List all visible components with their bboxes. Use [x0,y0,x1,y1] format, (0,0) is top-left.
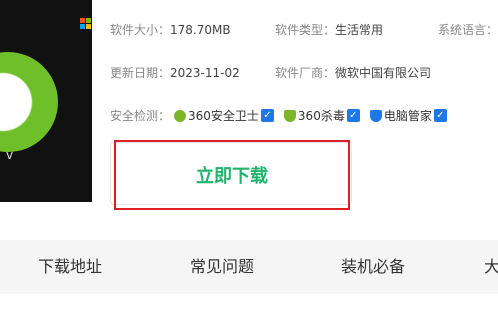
check-icon: ✓ [260,109,274,122]
thumbnail-caption: v [6,148,14,162]
security-item-label: 360杀毒 [297,109,345,123]
date-value: 2023-11-02 [170,66,240,80]
nav-item-download-address[interactable]: 下载地址 [38,240,102,294]
360-antivirus-icon [283,109,296,122]
language-label: 系统语言： [438,23,498,37]
security-item-label: 360安全卫士 [188,109,259,123]
date-info: 更新日期：2023-11-02 [110,64,240,81]
microsoft-logo-icon [80,18,92,30]
nav-item-faq[interactable]: 常见问题 [190,240,254,294]
type-value: 生活常用 [335,23,384,37]
section-nav: 下载地址 常见问题 装机必备 大 [0,240,498,294]
download-button[interactable]: 立即下载 [114,140,350,210]
vendor-value: 微软中国有限公司 [335,66,432,80]
security-item-label: 电脑管家 [383,109,432,123]
vendor-label: 软件厂商： [275,66,336,80]
app-thumbnail: v [0,0,92,202]
check-icon: ✓ [433,109,447,122]
size-info: 软件大小：178.70MB [110,21,231,38]
language-info: 系统语言： [438,21,498,38]
check-icon: ✓ [346,109,360,122]
nav-item-more[interactable]: 大 [484,240,498,294]
app-logo-graphic [0,52,58,152]
size-label: 软件大小： [110,23,171,37]
security-label: 安全检测： [110,109,171,123]
type-label: 软件类型： [275,23,336,37]
security-item-360-antivirus: 360杀毒 ✓ [283,107,360,124]
type-info: 软件类型：生活常用 [275,21,383,38]
size-value: 178.70MB [170,23,231,37]
vendor-info: 软件厂商：微软中国有限公司 [275,64,431,81]
security-item-pc-manager: 电脑管家 ✓ [369,107,447,124]
security-check-row: 安全检测： 360安全卫士 ✓ 360杀毒 ✓ 电脑管家 ✓ [110,107,457,124]
date-label: 更新日期： [110,66,171,80]
pc-manager-icon [369,109,382,122]
nav-item-essentials[interactable]: 装机必备 [341,240,405,294]
security-item-360-safeguard: 360安全卫士 ✓ [174,107,274,124]
download-button-label: 立即下载 [196,166,268,187]
360-safeguard-icon [174,109,187,122]
